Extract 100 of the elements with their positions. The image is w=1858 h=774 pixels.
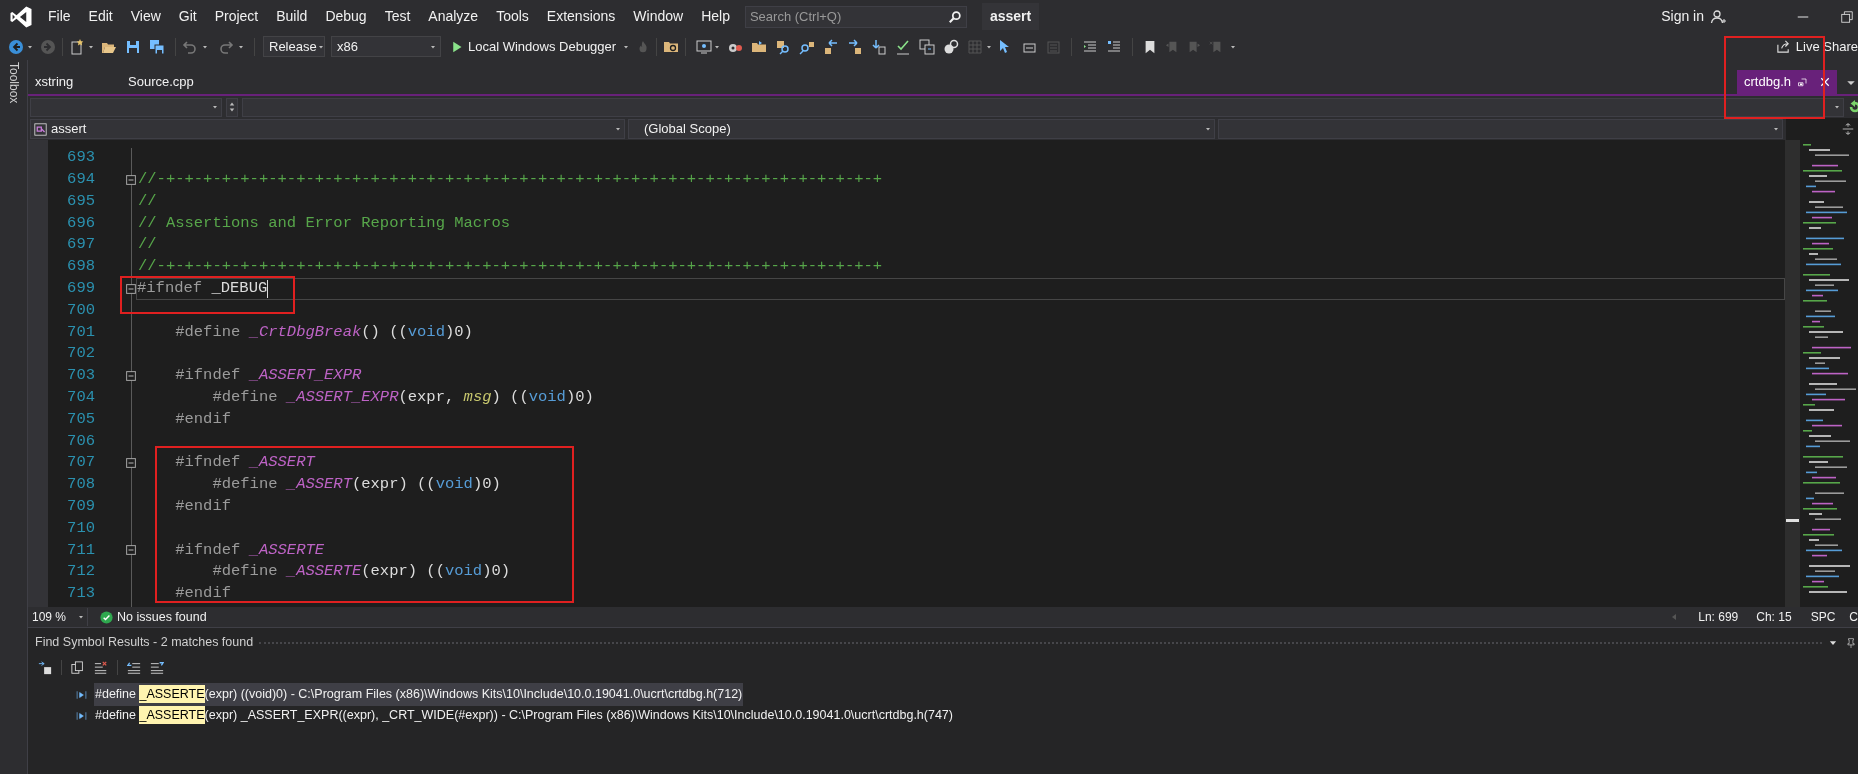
menu-item[interactable]: Project — [205, 6, 268, 27]
line-number: 704 — [67, 387, 95, 409]
menu-item[interactable]: View — [121, 6, 170, 27]
menu-item[interactable]: Analyze — [419, 6, 488, 27]
line-number: 711 — [67, 539, 95, 561]
collapse-icon[interactable] — [126, 174, 136, 185]
sign-in-link[interactable]: Sign in — [1661, 6, 1704, 27]
refresh-icon[interactable] — [1848, 100, 1858, 114]
spacing-indicator[interactable]: SPC — [1810, 608, 1836, 626]
expand-icon[interactable] — [76, 710, 87, 721]
panel-title: Find Symbol Results - 2 matches found — [35, 634, 254, 652]
code-line: #ifndef _DEBUG — [137, 278, 268, 300]
person-icon — [1710, 8, 1726, 25]
line-number: 710 — [67, 517, 95, 539]
monitor-icon[interactable] — [696, 38, 713, 55]
menu-item[interactable]: Help — [692, 6, 739, 27]
document-tab[interactable]: crtdbg.h — [1737, 70, 1837, 94]
code-line: // Assertions and Error Reporting Macros — [138, 212, 511, 234]
configuration-dropdown[interactable]: Release — [263, 36, 325, 57]
code-line: // — [138, 190, 157, 212]
project-dropdown[interactable]: assert — [30, 119, 625, 139]
undo-icon[interactable] — [182, 38, 198, 55]
live-share-button[interactable]: Live Share — [1775, 36, 1858, 57]
line-ending-indicator[interactable]: C — [1849, 608, 1858, 626]
play-icon — [451, 40, 463, 53]
indent-icon[interactable] — [1106, 38, 1123, 55]
line-indicator[interactable]: Ln: 699 — [1698, 608, 1739, 626]
close-icon[interactable] — [1819, 76, 1831, 88]
arrow-icon[interactable] — [823, 38, 840, 55]
line-number: 706 — [67, 430, 95, 452]
code-line: // — [138, 234, 157, 256]
previous-icon[interactable] — [127, 660, 141, 675]
go-to-icon[interactable] — [38, 660, 52, 675]
code-line: #endif — [174, 583, 231, 605]
collapse-icon[interactable] — [126, 283, 136, 294]
new-file-icon[interactable] — [69, 38, 85, 55]
back-icon[interactable] — [8, 38, 24, 55]
duplicate-icon[interactable] — [919, 38, 936, 55]
column-indicator[interactable]: Ch: 15 — [1756, 608, 1792, 626]
split-button[interactable] — [1786, 118, 1858, 140]
menu-item[interactable]: File — [39, 6, 80, 27]
spell-check-icon[interactable] — [895, 38, 912, 55]
menu-item[interactable]: Build — [267, 6, 317, 27]
next-icon[interactable] — [150, 660, 164, 675]
menu-item[interactable]: Window — [624, 6, 693, 27]
logo-icon[interactable] — [9, 4, 33, 29]
redo-icon[interactable] — [218, 38, 234, 55]
spin-button[interactable] — [226, 97, 238, 117]
line-number: 703 — [67, 365, 95, 387]
code-line: #endif — [174, 496, 231, 518]
restore-icon[interactable] — [1840, 9, 1854, 24]
menu-item[interactable]: Extensions — [537, 6, 625, 27]
solution-name: assert — [981, 3, 1040, 30]
code-line: #define _CrtDbgBreak() ((void)0) — [174, 321, 473, 343]
menu-item[interactable]: Edit — [79, 6, 122, 27]
menu-item[interactable]: Git — [169, 6, 206, 27]
arrow-icon[interactable] — [847, 38, 864, 55]
line-number: 693 — [67, 147, 95, 169]
document-tab[interactable]: Source.cpp — [121, 70, 214, 94]
expand-icon[interactable] — [76, 689, 87, 700]
arrow-icon[interactable] — [871, 38, 888, 55]
line-number: 712 — [67, 561, 95, 583]
menu-item[interactable]: Test — [375, 6, 420, 27]
code-line: //-+-+-+-+-+-+-+-+-+-+-+-+-+-+-+-+-+-+-+-+-+-+-+-+-+-+-+-+-+-+-+-+-+-+-+-+-+-+-+ — [138, 256, 883, 278]
clear-list-icon[interactable] — [94, 660, 108, 675]
folder-icon[interactable] — [751, 38, 768, 55]
start-debugging-button[interactable]: Local Windows Debugger — [449, 36, 619, 57]
collapse-icon[interactable] — [126, 458, 136, 469]
code-line: //-+-+-+-+-+-+-+-+-+-+-+-+-+-+-+-+-+-+-+-+-+-+-+-+-+-+-+-+-+-+-+-+-+-+-+-+-+-+-+ — [138, 169, 883, 191]
document-tab[interactable]: xstring — [28, 70, 121, 94]
platform-dropdown[interactable]: x86 — [331, 36, 441, 57]
code-line: #ifndef _ASSERT — [174, 452, 315, 474]
menu-item[interactable]: Tools — [487, 6, 538, 27]
line-number: 707 — [67, 452, 95, 474]
code-line: #define _ASSERTE(expr) ((void)0) — [211, 561, 511, 583]
line-number: 708 — [67, 474, 95, 496]
issues-status[interactable]: No issues found — [117, 607, 207, 627]
result-row[interactable]: #define _ASSERTE(expr) ((void)0) - C:\Program Files (x86)\Windows Kits\10\Include\10.0.19041.0\ucrt\crtdbg.h(712) — [94, 683, 744, 706]
pin-icon[interactable] — [1846, 636, 1856, 649]
collapse-icon[interactable] — [126, 545, 136, 556]
code-line: #define _ASSERT(expr) ((void)0) — [211, 474, 501, 496]
code-line: #endif — [174, 408, 231, 430]
indent-icon[interactable] — [1082, 38, 1099, 55]
circles-icon[interactable] — [943, 38, 960, 55]
toolbox-tab[interactable]: Toolbox — [0, 62, 27, 104]
line-number: 709 — [67, 496, 95, 518]
copy-icon[interactable] — [71, 660, 85, 675]
collapse-icon[interactable] — [126, 370, 136, 381]
search-field[interactable]: Search (Ctrl+Q) — [744, 5, 967, 28]
line-number: 698 — [67, 256, 95, 278]
scope-dropdown[interactable]: (Global Scope) — [628, 119, 1215, 139]
result-row[interactable]: #define _ASSERTE(expr) _ASSERT_EXPR((expr), _CRT_WIDE(#expr)) - C:\Program Files (x86)\Windows Kits\10\Include\10.0.19041.0\ucrt\crtdbg.h(747) — [94, 704, 954, 727]
check-icon — [100, 610, 113, 624]
menu-item[interactable]: Debug — [316, 6, 376, 27]
zoom-dropdown[interactable]: 109 % — [30, 608, 88, 626]
magnifier-icon[interactable] — [775, 38, 792, 55]
scrollbar[interactable] — [1785, 140, 1800, 607]
code-line: #define _ASSERT_EXPR(expr, msg) ((void)0) — [211, 387, 594, 409]
line-number: 697 — [67, 234, 95, 256]
floppy-disks-icon[interactable] — [149, 38, 165, 55]
